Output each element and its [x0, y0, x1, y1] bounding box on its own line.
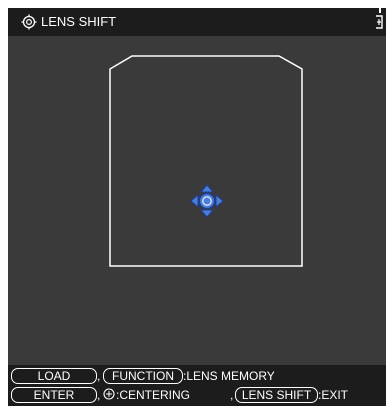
- lens-shift-osd: LENS SHIFT LOAD , FUNCTION :LENS MEMORY …: [8, 8, 386, 406]
- function-key[interactable]: FUNCTION: [103, 368, 183, 384]
- lens-shift-key[interactable]: LENS SHIFT: [235, 387, 318, 403]
- centering-label: :CENTERING: [116, 388, 191, 402]
- load-key[interactable]: LOAD: [11, 368, 97, 384]
- separator: ,: [230, 388, 234, 402]
- centering-icon: [103, 388, 115, 400]
- footer-row-1: LOAD , FUNCTION :LENS MEMORY: [8, 367, 386, 385]
- exit-label: :EXIT: [318, 388, 349, 402]
- lens-shift-area: [109, 55, 303, 267]
- four-way-arrow-cursor-icon[interactable]: [190, 184, 224, 218]
- projection-outline: [109, 55, 303, 267]
- separator: ,: [97, 369, 101, 383]
- footer-help: LOAD , FUNCTION :LENS MEMORY ENTER , :CE…: [8, 365, 386, 406]
- lens-memory-label: :LENS MEMORY: [183, 369, 275, 383]
- separator: ,: [97, 388, 101, 402]
- enter-key[interactable]: ENTER: [11, 387, 97, 403]
- footer-row-2: ENTER , :CENTERING , LENS SHIFT :EXIT: [8, 386, 386, 404]
